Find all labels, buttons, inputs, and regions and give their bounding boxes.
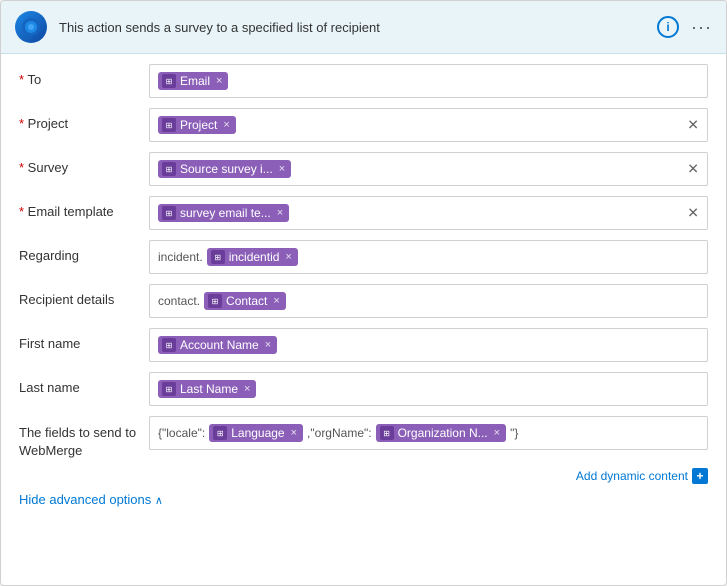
email-token-close[interactable]: ×: [216, 75, 222, 87]
org-name-token[interactable]: ⊞ Organization N... ×: [376, 424, 506, 442]
language-token-close[interactable]: ×: [291, 427, 297, 439]
email-template-label: * Email template: [19, 196, 149, 219]
survey-field[interactable]: ⊞ Source survey i... × ✕: [149, 152, 708, 186]
token-db-icon: ⊞: [213, 426, 227, 440]
project-row: * Project ⊞ Project × ✕: [19, 108, 708, 144]
email-template-token[interactable]: ⊞ survey email te... ×: [158, 204, 289, 222]
required-star: *: [19, 160, 28, 175]
recipient-prefix: contact.: [158, 294, 200, 308]
chevron-up-icon: ∧: [155, 494, 163, 507]
hide-advanced-link[interactable]: Hide advanced options ∧: [19, 492, 163, 507]
recipient-details-label: Recipient details: [19, 284, 149, 307]
contact-token[interactable]: ⊞ Contact ×: [204, 292, 286, 310]
regarding-prefix: incident.: [158, 250, 203, 264]
more-options-icon[interactable]: ···: [691, 17, 712, 38]
last-name-token[interactable]: ⊞ Last Name ×: [158, 380, 256, 398]
to-label: * To: [19, 64, 149, 87]
webmerge-prefix: {"locale":: [158, 426, 205, 440]
required-star: *: [19, 204, 28, 219]
email-template-clear-btn[interactable]: ✕: [687, 205, 699, 222]
survey-clear-btn[interactable]: ✕: [687, 161, 699, 178]
survey-label: * Survey: [19, 152, 149, 175]
webmerge-middle: ,"orgName":: [307, 426, 372, 440]
to-field[interactable]: ⊞ Email ×: [149, 64, 708, 98]
email-token[interactable]: ⊞ Email ×: [158, 72, 228, 90]
webmerge-cursor: "}: [510, 426, 518, 440]
token-db-icon: ⊞: [162, 118, 176, 132]
language-token[interactable]: ⊞ Language ×: [209, 424, 303, 442]
contact-token-close[interactable]: ×: [273, 295, 279, 307]
token-db-icon: ⊞: [208, 294, 222, 308]
survey-row: * Survey ⊞ Source survey i... × ✕: [19, 152, 708, 188]
card-header: This action sends a survey to a specifie…: [1, 1, 726, 54]
hide-advanced-options: Hide advanced options ∧: [19, 492, 708, 507]
add-dynamic-content-bar: Add dynamic content +: [19, 468, 708, 484]
add-dynamic-plus-icon: +: [692, 468, 708, 484]
regarding-label: Regarding: [19, 240, 149, 263]
email-template-row: * Email template ⊞ survey email te... × …: [19, 196, 708, 232]
project-label: * Project: [19, 108, 149, 131]
last-name-row: Last name ⊞ Last Name ×: [19, 372, 708, 408]
first-name-label: First name: [19, 328, 149, 351]
account-name-token-close[interactable]: ×: [265, 339, 271, 351]
org-name-token-close[interactable]: ×: [494, 427, 500, 439]
token-db-icon: ⊞: [162, 74, 176, 88]
project-field[interactable]: ⊞ Project × ✕: [149, 108, 708, 142]
token-db-icon: ⊞: [162, 206, 176, 220]
token-db-icon: ⊞: [162, 162, 176, 176]
account-name-token[interactable]: ⊞ Account Name ×: [158, 336, 277, 354]
header-title: This action sends a survey to a specifie…: [59, 20, 645, 35]
project-token[interactable]: ⊞ Project ×: [158, 116, 236, 134]
add-dynamic-content-link[interactable]: Add dynamic content +: [576, 468, 708, 484]
webmerge-field[interactable]: {"locale": ⊞ Language × ,"orgName": ⊞ Or…: [149, 416, 708, 450]
recipient-details-field[interactable]: contact. ⊞ Contact ×: [149, 284, 708, 318]
regarding-row: Regarding incident. ⊞ incidentid ×: [19, 240, 708, 276]
info-icon[interactable]: i: [657, 16, 679, 38]
email-template-field[interactable]: ⊞ survey email te... × ✕: [149, 196, 708, 230]
regarding-field[interactable]: incident. ⊞ incidentid ×: [149, 240, 708, 274]
first-name-field[interactable]: ⊞ Account Name ×: [149, 328, 708, 362]
last-name-token-close[interactable]: ×: [244, 383, 250, 395]
survey-token-close[interactable]: ×: [279, 163, 285, 175]
last-name-label: Last name: [19, 372, 149, 395]
incidentid-token[interactable]: ⊞ incidentid ×: [207, 248, 298, 266]
survey-token[interactable]: ⊞ Source survey i... ×: [158, 160, 291, 178]
token-db-icon: ⊞: [380, 426, 394, 440]
project-clear-btn[interactable]: ✕: [687, 117, 699, 134]
recipient-details-row: Recipient details contact. ⊞ Contact ×: [19, 284, 708, 320]
last-name-field[interactable]: ⊞ Last Name ×: [149, 372, 708, 406]
token-db-icon: ⊞: [162, 382, 176, 396]
incidentid-token-close[interactable]: ×: [285, 251, 291, 263]
token-db-icon: ⊞: [162, 338, 176, 352]
required-star: *: [19, 116, 28, 131]
first-name-row: First name ⊞ Account Name ×: [19, 328, 708, 364]
app-icon: [15, 11, 47, 43]
card-body: * To ⊞ Email × * Project ⊞ Project ×: [1, 54, 726, 585]
to-row: * To ⊞ Email ×: [19, 64, 708, 100]
webmerge-label: The fields to send to WebMerge: [19, 416, 149, 460]
email-template-token-close[interactable]: ×: [277, 207, 283, 219]
action-card: This action sends a survey to a specifie…: [0, 0, 727, 586]
project-token-close[interactable]: ×: [223, 119, 229, 131]
token-db-icon: ⊞: [211, 250, 225, 264]
webmerge-row: The fields to send to WebMerge {"locale"…: [19, 416, 708, 460]
